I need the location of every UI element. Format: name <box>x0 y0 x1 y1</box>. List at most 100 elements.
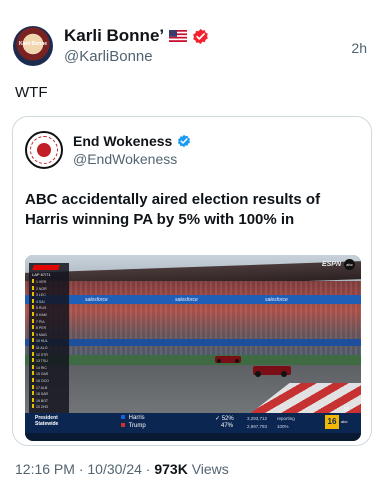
post-time[interactable]: 12:16 PM <box>15 461 75 477</box>
ticker-office: President Statewide <box>35 415 58 427</box>
candidate-name: Trump <box>128 423 146 429</box>
leaderboard-row: 18 SAR <box>32 391 66 396</box>
f1-leaderboard: LAP 67/71 1 VER 2 NOR 3 LEC 4 SAI 5 RUS 6 HAM… <box>29 263 69 413</box>
leaderboard-row: 2 NOR <box>32 285 66 291</box>
broadcast-screenshot-image[interactable]: salesforce salesforce salesforce LAP 67/… <box>25 255 361 441</box>
sponsor-text: salesforce <box>85 297 108 303</box>
leaderboard-row: 13 TSU <box>32 358 66 363</box>
driver-code: 17 ALB <box>36 385 48 390</box>
ticker-candidate-row: Trump <box>121 423 146 429</box>
leaderboard-row: 14 RIC <box>32 364 66 370</box>
winner-check-icon: ✓ <box>215 416 221 422</box>
driver-code: 5 RUS <box>36 306 47 311</box>
verified-badge-icon <box>193 28 208 44</box>
candidate-percentage: 47% <box>221 423 234 429</box>
leaderboard-row: 6 HAM <box>32 312 66 317</box>
driver-code: 3 LEC <box>36 293 46 298</box>
party-swatch <box>121 415 125 419</box>
team-color-marker <box>32 292 34 297</box>
ticker-underbar <box>25 433 361 441</box>
avatar[interactable]: Karli Bonne <box>13 26 53 66</box>
espn-logo: ESPN <box>321 261 341 268</box>
sponsor-banner: salesforce salesforce salesforce <box>25 295 361 304</box>
author-row: Karli Bonne’ <box>64 26 209 46</box>
driver-code: 18 SAR <box>36 392 49 397</box>
car-wheel <box>281 371 287 377</box>
quoted-author-handle[interactable]: @EndWokeness <box>73 151 177 167</box>
car-wheel <box>217 359 221 363</box>
views-label: Views <box>191 461 229 477</box>
quoted-author-name[interactable]: End Wokeness <box>73 133 172 149</box>
ticker-candidate-row: Harris <box>121 415 145 421</box>
leaderboard-row: 11 ALO <box>32 345 66 350</box>
lower-sponsor-banner <box>25 339 361 346</box>
leaderboard-row: 16 OCO <box>32 378 66 383</box>
quoted-avatar[interactable] <box>25 131 63 169</box>
driver-code: 10 HUL <box>36 339 48 344</box>
leaderboard-row: 20 ZHO <box>32 404 66 409</box>
leaderboard-row: 1 VER <box>32 279 66 284</box>
driver-code: 8 PER <box>36 326 47 331</box>
driver-code: 13 TSU <box>36 359 48 364</box>
author-name[interactable]: Karli Bonne’ <box>64 26 164 46</box>
team-color-marker <box>32 378 34 382</box>
party-swatch <box>121 423 125 427</box>
team-color-marker <box>32 391 34 396</box>
channel-network-label: abc <box>341 419 348 424</box>
post-date[interactable]: 10/30/24 <box>87 461 142 477</box>
lap-counter: LAP 67/71 <box>32 272 51 277</box>
verified-badge-icon <box>178 134 191 148</box>
team-color-marker <box>32 371 34 376</box>
driver-code: 2 NOR <box>36 286 47 291</box>
leaderboard-row: 7 PIA <box>32 318 66 324</box>
team-color-marker <box>32 345 34 349</box>
quoted-post-card[interactable]: End Wokeness @EndWokeness ABC accidental… <box>12 116 372 446</box>
leaderboard-row: 12 STR <box>32 351 66 357</box>
team-color-marker <box>32 298 34 303</box>
leaderboard-row: 9 MAG <box>32 331 66 337</box>
driver-code: 7 PIA <box>36 319 45 324</box>
team-color-marker <box>32 358 34 363</box>
meta-separator: · <box>78 461 84 477</box>
ticker-office-line2: Statewide <box>35 421 59 427</box>
driver-code: 20 ZHO <box>36 405 49 410</box>
team-color-marker <box>32 384 34 389</box>
driver-code: 6 HAM <box>36 313 47 317</box>
channel-logo: 16 <box>325 415 339 429</box>
avatar-caption: Karli Bonne <box>18 41 48 47</box>
meta-separator: · <box>145 461 151 477</box>
sponsor-text: salesforce <box>175 297 198 303</box>
car-wheel <box>255 371 261 377</box>
sponsor-text: salesforce <box>265 297 288 303</box>
team-color-marker <box>32 312 34 316</box>
team-color-marker <box>32 397 34 402</box>
driver-code: 1 VER <box>36 280 47 284</box>
driver-code: 11 ALO <box>36 346 48 350</box>
quoted-post-text: ABC accidentally aired election results … <box>25 191 321 228</box>
author-handle[interactable]: @KarliBonne <box>64 48 153 65</box>
candidate-name: Harris <box>128 415 145 421</box>
team-color-marker <box>32 305 34 310</box>
team-color-marker <box>32 338 34 343</box>
leaderboard-row: 8 PER <box>32 325 66 330</box>
team-color-marker <box>32 351 34 356</box>
driver-code: 9 MAG <box>36 332 47 337</box>
post-meta: 12:16 PM · 10/30/24 · 973K Views <box>15 461 229 477</box>
driver-code: 15 GAS <box>36 372 49 377</box>
post-text: WTF <box>15 84 48 101</box>
leaderboard-row: 15 GAS <box>32 371 66 376</box>
candidate-votes: 3,293,712 <box>247 416 268 421</box>
views-count[interactable]: 973K <box>154 461 187 477</box>
avatar-emblem <box>37 143 51 157</box>
reporting-percentage: 100% <box>277 424 289 429</box>
network-bug: ESPN abc <box>322 259 355 270</box>
driver-code: 16 OCO <box>36 379 49 383</box>
post-timestamp[interactable]: 2h <box>351 40 367 56</box>
leaderboard-row: 17 ALB <box>32 384 66 390</box>
leaderboard-row: 4 SAI <box>32 298 66 304</box>
election-ticker: President Statewide Harris ✓ 52% 3,293,7… <box>25 413 361 433</box>
ticker-percentage: ✓ 52% <box>215 415 234 422</box>
team-color-marker <box>32 279 34 283</box>
team-color-marker <box>32 364 34 369</box>
abc-logo-icon: abc <box>344 259 355 270</box>
